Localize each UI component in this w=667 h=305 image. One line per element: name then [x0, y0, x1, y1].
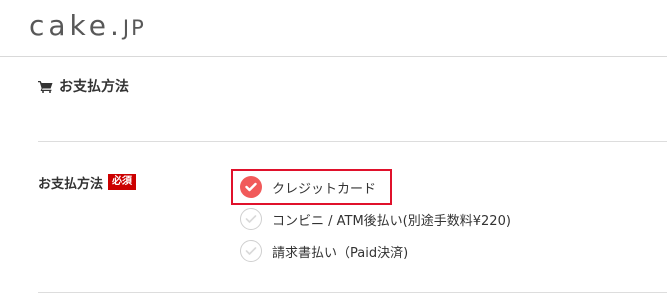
section-divider: [38, 141, 667, 142]
payment-option-invoice[interactable]: 請求書払い（Paid決済): [240, 238, 408, 264]
shopping-cart-icon: [38, 80, 53, 93]
logo-suffix-text: JP: [122, 16, 146, 40]
radio-unchecked-icon[interactable]: [240, 208, 262, 230]
checkmark-icon: [245, 215, 257, 223]
checkmark-icon: [245, 247, 257, 255]
payment-option-convenience-store[interactable]: コンビニ / ATM後払い(別途手数料¥220): [240, 206, 511, 232]
site-logo[interactable]: cake.JP: [29, 9, 146, 42]
site-header: cake.JP: [0, 0, 667, 57]
logo-main-text: cake.: [29, 9, 123, 42]
radio-unchecked-icon[interactable]: [240, 240, 262, 262]
payment-option-label: 請求書払い（Paid決済): [272, 245, 409, 261]
payment-method-label: お支払方法 必須: [38, 173, 137, 192]
checkmark-icon: [245, 182, 257, 192]
payment-method-label-text: お支払方法: [38, 176, 104, 192]
payment-option-credit-card[interactable]: クレジットカード: [240, 174, 376, 200]
required-badge: 必須: [108, 174, 137, 190]
payment-option-label: コンビニ / ATM後払い(別途手数料¥220): [272, 213, 511, 229]
bottom-divider: [38, 292, 667, 293]
radio-checked-icon[interactable]: [240, 176, 262, 198]
section-title: お支払方法: [59, 79, 129, 95]
payment-option-label: クレジットカード: [272, 181, 377, 197]
section-heading: お支払方法: [38, 76, 129, 96]
